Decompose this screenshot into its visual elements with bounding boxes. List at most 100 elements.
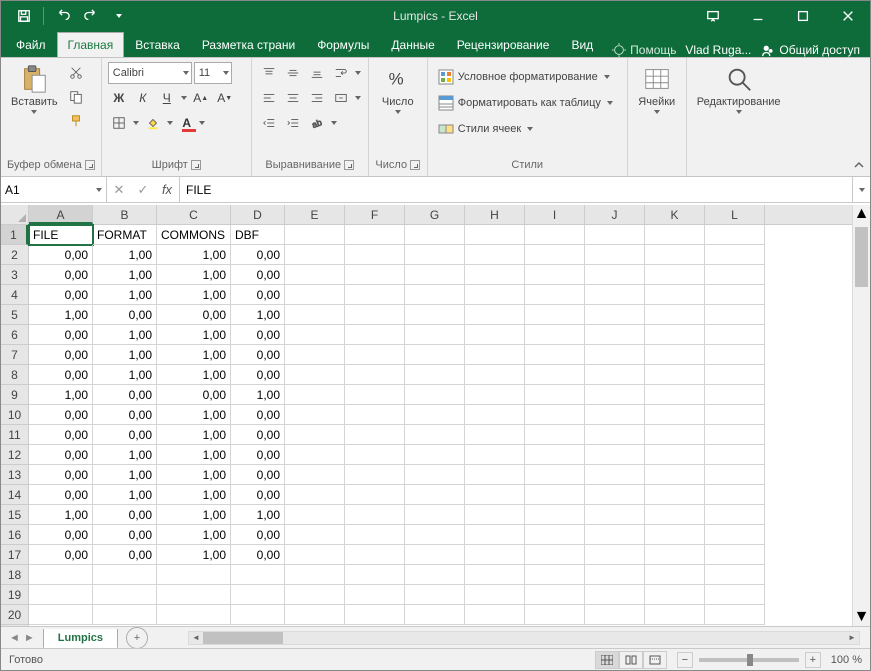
cut-button[interactable]: [65, 62, 87, 84]
row-header[interactable]: 13: [1, 465, 28, 485]
wrap-text-button[interactable]: [330, 62, 352, 84]
cell[interactable]: [585, 245, 645, 265]
cell[interactable]: [525, 265, 585, 285]
cell[interactable]: [525, 525, 585, 545]
orientation-button[interactable]: ab: [306, 112, 328, 134]
zoom-in-button[interactable]: +: [805, 652, 821, 668]
cell[interactable]: [405, 505, 465, 525]
cell[interactable]: 0,00: [231, 405, 285, 425]
cell[interactable]: [285, 465, 345, 485]
cell[interactable]: 0,00: [231, 425, 285, 445]
cell[interactable]: [285, 425, 345, 445]
fill-color-button[interactable]: [142, 112, 164, 134]
cell[interactable]: [285, 325, 345, 345]
cell[interactable]: [345, 245, 405, 265]
cell[interactable]: [645, 505, 705, 525]
cell[interactable]: [285, 345, 345, 365]
number-launcher[interactable]: [410, 160, 420, 170]
cell[interactable]: 1,00: [157, 265, 231, 285]
cell[interactable]: [405, 265, 465, 285]
cell[interactable]: [585, 325, 645, 345]
cell[interactable]: 1,00: [93, 485, 157, 505]
cell[interactable]: [465, 245, 525, 265]
cell[interactable]: [345, 525, 405, 545]
column-header[interactable]: L: [705, 205, 765, 224]
column-header[interactable]: G: [405, 205, 465, 224]
editing-button[interactable]: Редактирование: [693, 62, 785, 116]
column-header[interactable]: K: [645, 205, 705, 224]
border-dropdown[interactable]: [132, 112, 140, 134]
cell[interactable]: [285, 605, 345, 625]
cell[interactable]: [465, 305, 525, 325]
cell[interactable]: [645, 245, 705, 265]
cell[interactable]: 1,00: [93, 245, 157, 265]
cell[interactable]: [525, 465, 585, 485]
select-all-button[interactable]: [1, 205, 29, 225]
cell[interactable]: [465, 605, 525, 625]
cell[interactable]: [645, 585, 705, 605]
merge-button[interactable]: [330, 87, 352, 109]
cell[interactable]: [29, 565, 93, 585]
cell[interactable]: [525, 365, 585, 385]
cell[interactable]: [405, 465, 465, 485]
cell[interactable]: 0,00: [231, 465, 285, 485]
cell[interactable]: [405, 485, 465, 505]
cell[interactable]: [585, 585, 645, 605]
cell[interactable]: [285, 485, 345, 505]
alignment-launcher[interactable]: [344, 160, 354, 170]
cell[interactable]: [465, 565, 525, 585]
row-header[interactable]: 16: [1, 525, 28, 545]
cell[interactable]: [345, 265, 405, 285]
cell[interactable]: [285, 505, 345, 525]
cell[interactable]: [405, 605, 465, 625]
row-header[interactable]: 11: [1, 425, 28, 445]
undo-button[interactable]: [50, 3, 76, 29]
shrink-font-button[interactable]: A▼: [214, 87, 236, 109]
cell[interactable]: 1,00: [29, 385, 93, 405]
cell[interactable]: [525, 285, 585, 305]
align-middle-button[interactable]: [282, 62, 304, 84]
cell[interactable]: [585, 305, 645, 325]
share-button[interactable]: Общий доступ: [761, 43, 860, 57]
cell[interactable]: 1,00: [29, 305, 93, 325]
cell[interactable]: [705, 325, 765, 345]
cell[interactable]: [465, 385, 525, 405]
row-header[interactable]: 10: [1, 405, 28, 425]
cell[interactable]: [93, 565, 157, 585]
cell[interactable]: [345, 605, 405, 625]
cell[interactable]: [345, 325, 405, 345]
column-header[interactable]: A: [29, 205, 93, 224]
row-header[interactable]: 7: [1, 345, 28, 365]
cell[interactable]: [645, 525, 705, 545]
cells-button[interactable]: Ячейки: [634, 62, 680, 116]
cell[interactable]: [585, 285, 645, 305]
row-header[interactable]: 4: [1, 285, 28, 305]
cell[interactable]: [645, 345, 705, 365]
cell[interactable]: [405, 525, 465, 545]
redo-button[interactable]: [78, 3, 104, 29]
cell[interactable]: [345, 225, 405, 245]
cell[interactable]: 0,00: [231, 265, 285, 285]
underline-dropdown[interactable]: [180, 87, 188, 109]
cell-styles-button[interactable]: Стили ячеек: [434, 118, 617, 140]
cell[interactable]: [345, 425, 405, 445]
cell[interactable]: [345, 305, 405, 325]
minimize-button[interactable]: [735, 1, 780, 31]
cell[interactable]: [525, 425, 585, 445]
cell[interactable]: [285, 385, 345, 405]
cell[interactable]: [525, 325, 585, 345]
cell[interactable]: [645, 425, 705, 445]
cell[interactable]: [705, 405, 765, 425]
cell[interactable]: [285, 565, 345, 585]
cell[interactable]: [345, 385, 405, 405]
fill-color-dropdown[interactable]: [166, 112, 174, 134]
font-color-dropdown[interactable]: [198, 112, 206, 134]
merge-dropdown[interactable]: [354, 87, 362, 109]
cell[interactable]: [465, 525, 525, 545]
cell[interactable]: [525, 565, 585, 585]
cell[interactable]: [705, 365, 765, 385]
cell[interactable]: [525, 505, 585, 525]
cell[interactable]: 0,00: [29, 285, 93, 305]
column-header[interactable]: J: [585, 205, 645, 224]
align-center-button[interactable]: [282, 87, 304, 109]
